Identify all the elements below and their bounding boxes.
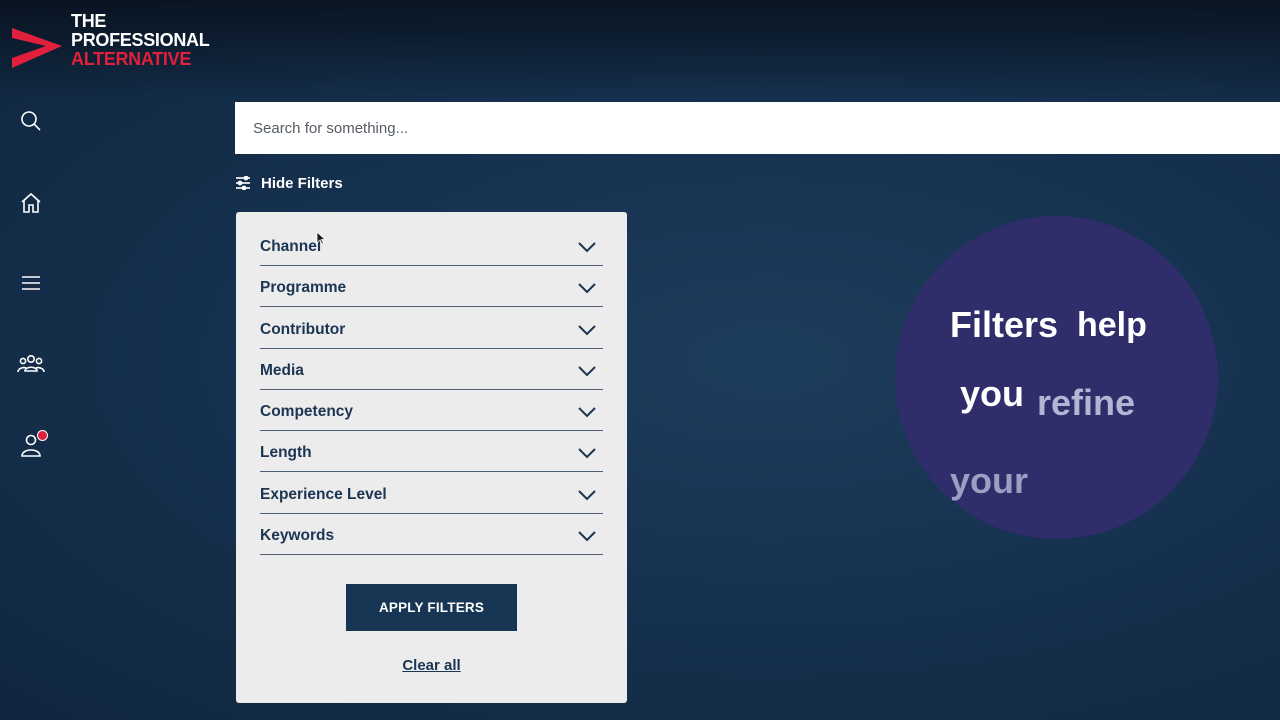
community-icon xyxy=(17,354,45,373)
tip-word-1: Filters xyxy=(950,304,1059,345)
nav-search[interactable] xyxy=(16,106,46,136)
brand-line-3: ALTERNATIVE xyxy=(71,49,192,69)
filter-competency[interactable]: Competency xyxy=(260,391,603,431)
brand-line-1: THE xyxy=(71,11,107,31)
filter-keywords[interactable]: Keywords xyxy=(260,515,603,555)
filter-length[interactable]: Length xyxy=(260,432,603,473)
nav-home[interactable] xyxy=(16,188,46,218)
brand-line-2: PROFESSIONAL xyxy=(71,30,210,50)
notification-dot xyxy=(37,430,48,441)
filter-programme[interactable]: Programme xyxy=(260,267,603,308)
tip-bubble: Filters help you refine your xyxy=(895,216,1218,539)
brand-wordmark: THE PROFESSIONAL ALTERNATIVE xyxy=(71,11,210,69)
filter-label: Channel xyxy=(260,238,322,255)
clear-all-link[interactable]: Clear all xyxy=(236,657,627,674)
filter-channel[interactable]: Channel xyxy=(260,226,603,266)
apply-filters-button[interactable]: APPLY FILTERS xyxy=(346,584,517,631)
nav-profile[interactable] xyxy=(16,430,48,460)
search-bar[interactable] xyxy=(235,102,1280,154)
hide-filters-label: Hide Filters xyxy=(261,174,343,192)
tip-word-3: you xyxy=(960,373,1025,414)
menu-icon xyxy=(22,276,40,290)
filter-media[interactable]: Media xyxy=(260,350,603,390)
filter-label: Keywords xyxy=(260,526,335,544)
chevron-down-icon xyxy=(578,242,596,253)
home-icon xyxy=(21,192,41,213)
chevron-down-icon xyxy=(578,448,596,459)
tip-word-5: your xyxy=(950,460,1029,501)
filter-label: Programme xyxy=(260,279,347,297)
filter-label: Contributor xyxy=(260,320,346,338)
filter-panel: Channel Programme Contributor Media Comp… xyxy=(236,212,627,703)
tip-word-4: refine xyxy=(1037,382,1136,423)
chevron-down-icon xyxy=(578,366,596,377)
hide-filters-toggle[interactable]: Hide Filters xyxy=(235,172,343,194)
filter-label: Media xyxy=(260,361,304,379)
chevron-down-icon xyxy=(578,324,596,335)
chevron-down-icon xyxy=(578,283,596,294)
filter-sliders-icon xyxy=(236,176,250,190)
mouse-cursor-icon xyxy=(316,231,326,245)
chevron-down-icon xyxy=(578,407,596,418)
chevron-down-icon xyxy=(578,531,596,542)
filter-experience-level[interactable]: Experience Level xyxy=(260,474,603,514)
chevron-down-icon xyxy=(578,489,596,500)
filter-label: Length xyxy=(260,444,312,462)
nav-community[interactable] xyxy=(16,349,46,379)
tip-word-2: help xyxy=(1077,306,1147,344)
filter-list: Channel Programme Contributor Media Comp… xyxy=(260,226,603,556)
filter-label: Experience Level xyxy=(260,485,387,503)
search-icon xyxy=(21,111,41,131)
logo-chevron-icon xyxy=(12,28,62,68)
search-input[interactable] xyxy=(251,118,1264,138)
nav-menu[interactable] xyxy=(16,268,46,298)
filter-label: Competency xyxy=(260,403,354,420)
filter-contributor[interactable]: Contributor xyxy=(260,309,603,349)
brand-logo[interactable]: THE PROFESSIONAL ALTERNATIVE xyxy=(10,12,230,76)
